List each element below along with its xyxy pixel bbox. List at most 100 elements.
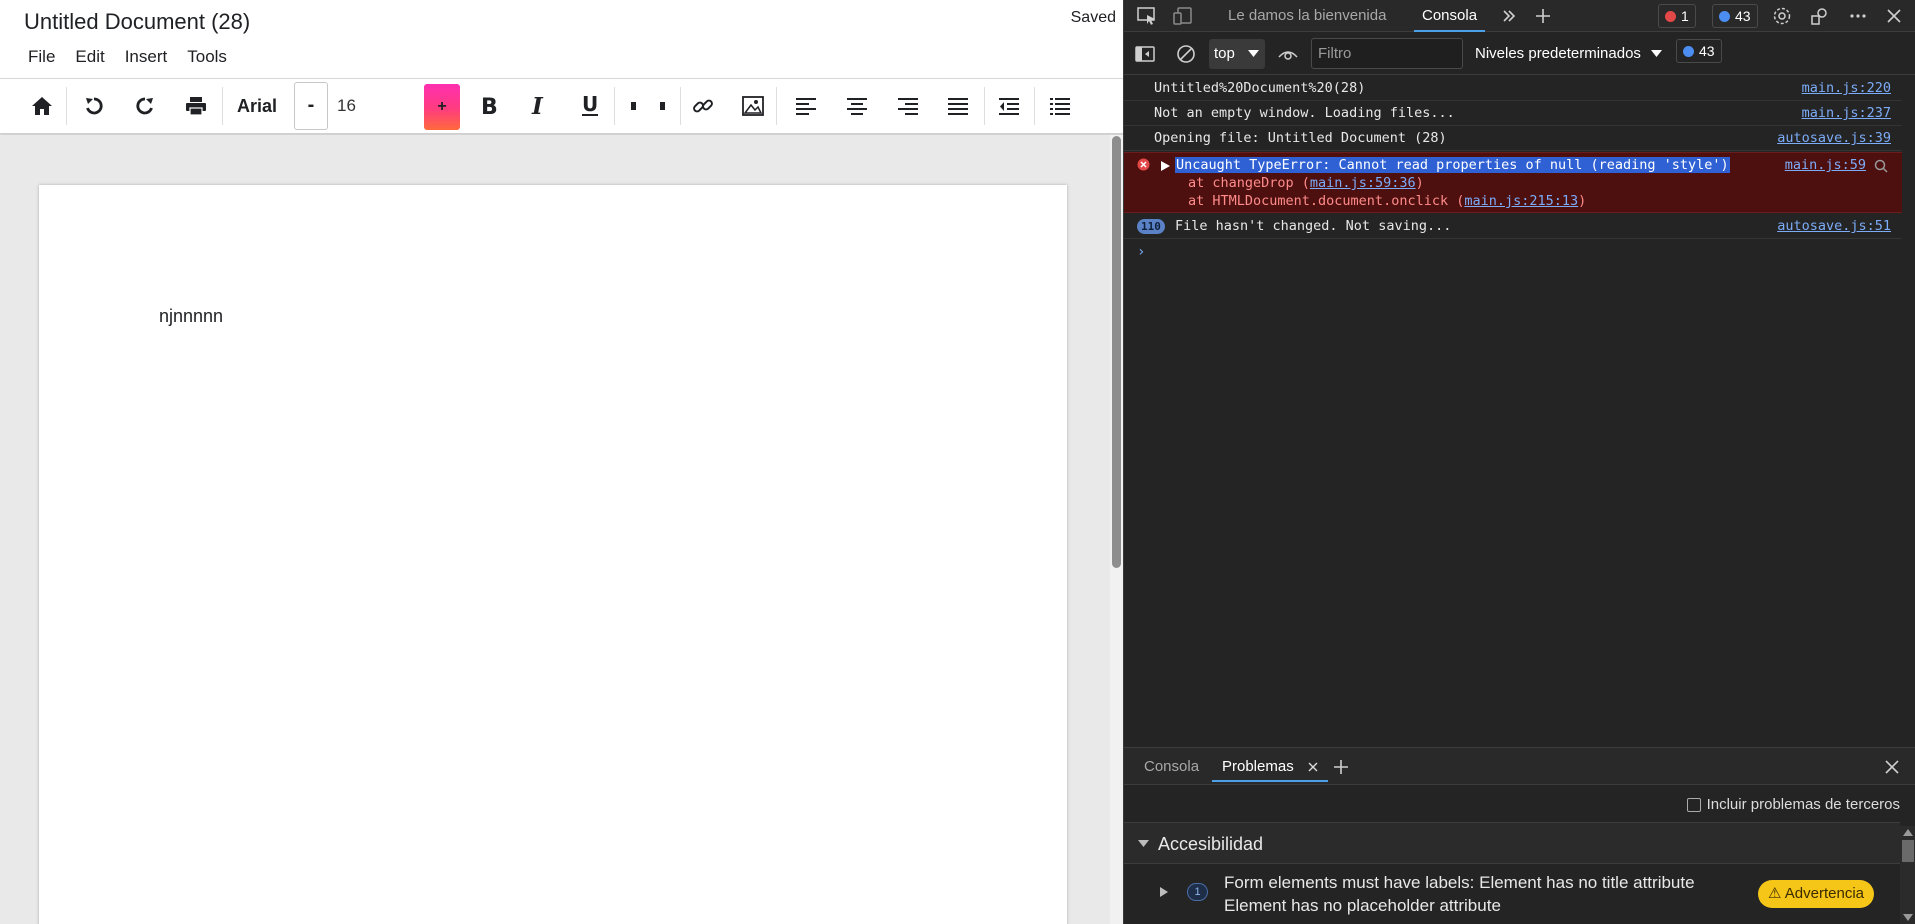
log-message: Untitled%20Document%20(28)	[1154, 80, 1366, 96]
console-messages: Untitled%20Document%20(28) main.js:220 N…	[1124, 76, 1915, 746]
menu-tools[interactable]: Tools	[177, 47, 237, 67]
stack-frame-link[interactable]: main.js:215:13	[1464, 193, 1578, 209]
error-message[interactable]: Uncaught TypeError: Cannot read properti…	[1175, 157, 1730, 173]
console-log-row[interactable]: Opening file: Untitled Document (28) aut…	[1124, 126, 1902, 151]
clear-console-icon[interactable]	[1173, 33, 1199, 75]
save-status: Saved	[1070, 9, 1116, 26]
editor-header: Untitled Document (28) Saved File Edit I…	[0, 0, 1123, 78]
stack-frame-link[interactable]: main.js:59:36	[1310, 175, 1416, 191]
scroll-up-icon[interactable]	[1903, 829, 1913, 836]
log-source-link[interactable]: main.js:237	[1802, 105, 1891, 121]
issues-scrollbar[interactable]	[1900, 826, 1915, 924]
close-devtools-icon[interactable]	[1881, 0, 1907, 32]
log-source-link[interactable]: autosave.js:39	[1777, 130, 1891, 146]
console-prompt[interactable]: ›	[1137, 244, 1145, 260]
quote-close-icon[interactable]	[654, 79, 670, 133]
filtered-message-count-badge[interactable]: 43	[1676, 39, 1722, 63]
image-icon[interactable]	[739, 79, 767, 133]
align-left-icon[interactable]	[792, 79, 820, 133]
search-icon[interactable]	[1874, 159, 1888, 173]
editor-scrollbar-thumb[interactable]	[1112, 136, 1121, 568]
device-emulation-icon[interactable]	[1170, 0, 1196, 32]
italic-icon[interactable]: I	[525, 79, 553, 133]
context-select[interactable]: top	[1209, 39, 1265, 69]
close-tab-icon[interactable]	[1308, 762, 1318, 772]
menu-insert[interactable]: Insert	[115, 47, 178, 67]
inspect-element-icon[interactable]	[1134, 0, 1160, 32]
tab-welcome[interactable]: Le damos la bienvenida	[1228, 0, 1386, 32]
console-scrollbar[interactable]	[1903, 76, 1915, 746]
tab-console[interactable]: Consola	[1414, 0, 1486, 32]
home-icon[interactable]	[28, 79, 56, 133]
print-icon[interactable]	[182, 79, 210, 133]
expand-triangle-icon[interactable]	[1161, 161, 1170, 171]
close-drawer-icon[interactable]	[1879, 751, 1905, 783]
menu-edit[interactable]: Edit	[65, 47, 114, 67]
toolbar-divider	[776, 87, 777, 125]
document-body-text[interactable]: njnnnnn	[159, 306, 223, 327]
underline-icon[interactable]: U	[576, 79, 604, 133]
undo-icon[interactable]	[80, 79, 108, 133]
console-log-row[interactable]: Untitled%20Document%20(28) main.js:220	[1124, 76, 1902, 101]
issue-row[interactable]: 1 Form elements must have labels: Elemen…	[1124, 865, 1900, 924]
drawer-tab-issues[interactable]: Problemas	[1212, 751, 1328, 782]
more-tabs-icon[interactable]	[1497, 0, 1521, 32]
editor-scrollbar[interactable]	[1110, 135, 1123, 924]
error-icon	[1137, 158, 1150, 171]
font-family-select[interactable]: Arial	[237, 79, 277, 133]
scroll-down-icon[interactable]	[1903, 914, 1913, 921]
drawer-tab-bar: Consola Problemas	[1124, 747, 1915, 785]
error-count-badge[interactable]: 1	[1658, 4, 1696, 28]
toolbar-divider	[984, 87, 985, 125]
devtools-tab-bar: Le damos la bienvenida Consola 1 43	[1124, 0, 1915, 32]
drawer-tab-console[interactable]: Consola	[1144, 751, 1199, 783]
checkbox[interactable]	[1686, 797, 1701, 812]
formatting-toolbar: Arial - 16 + B I U	[0, 78, 1123, 134]
third-party-issues-checkbox[interactable]: Incluir problemas de terceros	[1686, 796, 1900, 813]
justify-icon[interactable]	[944, 79, 972, 133]
more-options-icon[interactable]	[1845, 0, 1871, 32]
expand-triangle-icon[interactable]	[1160, 887, 1168, 897]
outdent-icon[interactable]	[995, 79, 1023, 133]
warning-badge: ⚠ Advertencia	[1758, 880, 1874, 908]
font-size-value[interactable]: 16	[337, 79, 356, 133]
align-right-icon[interactable]	[894, 79, 922, 133]
font-size-decrease-button[interactable]: -	[294, 82, 328, 130]
issue-category-row[interactable]: Accesibilidad	[1124, 822, 1900, 864]
stack-frame: at changeDrop (main.js:59:36)	[1188, 175, 1424, 191]
console-filter-input[interactable]	[1311, 38, 1463, 69]
console-log-row[interactable]: Not an empty window. Loading files... ma…	[1124, 101, 1902, 126]
menu-file[interactable]: File	[18, 47, 65, 67]
add-drawer-tab-icon[interactable]	[1329, 751, 1353, 783]
toolbar-divider	[66, 87, 67, 125]
issues-panel: Incluir problemas de terceros Accesibili…	[1124, 786, 1915, 924]
log-source-link[interactable]: autosave.js:51	[1777, 218, 1891, 234]
redo-icon[interactable]	[131, 79, 159, 133]
console-error-row[interactable]: Uncaught TypeError: Cannot read properti…	[1124, 152, 1902, 213]
document-canvas: njnnnnn	[0, 135, 1110, 924]
log-source-link[interactable]: main.js:220	[1802, 80, 1891, 96]
document-page[interactable]: njnnnnn	[39, 185, 1067, 924]
align-center-icon[interactable]	[843, 79, 871, 133]
settings-gear-icon[interactable]	[1769, 0, 1795, 32]
quote-open-icon[interactable]	[626, 79, 642, 133]
console-filter-bar: top Niveles predeterminados 43	[1124, 33, 1915, 75]
message-count-badge[interactable]: 43	[1712, 4, 1758, 28]
live-expression-eye-icon[interactable]	[1275, 33, 1301, 75]
add-tab-icon[interactable]	[1531, 0, 1555, 32]
toolbar-divider	[222, 87, 223, 125]
issues-scrollbar-thumb[interactable]	[1902, 840, 1914, 862]
font-size-increase-button[interactable]: +	[424, 84, 460, 130]
error-icon	[1665, 11, 1676, 22]
list-icon[interactable]	[1046, 79, 1074, 133]
log-levels-dropdown[interactable]: Niveles predeterminados	[1475, 33, 1663, 75]
svg-text:I: I	[531, 95, 544, 117]
sidebar-toggle-icon[interactable]	[1132, 33, 1158, 75]
error-source-link[interactable]: main.js:59	[1785, 157, 1866, 173]
console-log-row[interactable]: 110 File hasn't changed. Not saving... a…	[1124, 214, 1902, 239]
bold-icon[interactable]: B	[475, 79, 503, 133]
customize-devtools-icon[interactable]	[1807, 0, 1833, 32]
link-icon[interactable]	[689, 79, 717, 133]
repeat-count-badge: 110	[1137, 219, 1165, 234]
document-title[interactable]: Untitled Document (28)	[24, 9, 250, 35]
